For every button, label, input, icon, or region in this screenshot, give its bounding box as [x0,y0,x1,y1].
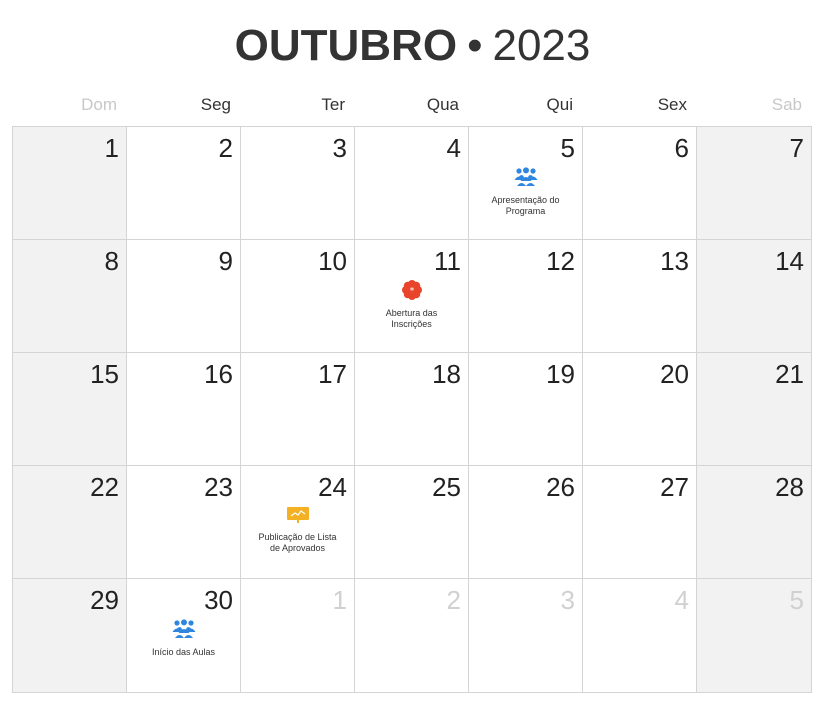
calendar-grid: 1 2 3 4 5 Apresentação do Programa 6 7 8 9 10 11 * Ab… [12,126,812,693]
calendar-event[interactable]: * Abertura das Inscrições [361,280,462,330]
day-cell[interactable]: 28 [697,466,811,579]
day-number: 18 [432,359,461,389]
day-number: 25 [432,472,461,502]
day-number: 29 [90,585,119,615]
event-label: Publicação de Lista de Aprovados [258,532,337,553]
day-cell[interactable]: 21 [697,353,811,466]
day-number: 11 [434,246,461,276]
day-number: 6 [674,133,689,163]
day-number: 24 [318,472,347,502]
day-number: 1 [104,133,119,163]
event-label: Abertura das Inscrições [385,308,438,329]
day-cell[interactable]: 8 [13,240,127,353]
day-number: 22 [90,472,119,502]
day-cell[interactable]: 12 [469,240,583,353]
day-number: 2 [218,133,233,163]
day-cell-next-month[interactable]: 1 [241,579,355,692]
day-number: 14 [775,246,804,276]
people-group-icon [133,619,234,644]
day-cell[interactable]: 23 [127,466,241,579]
day-cell[interactable]: 17 [241,353,355,466]
day-cell[interactable]: 14 [697,240,811,353]
weekday-header-row: Dom Seg Ter Qua Qui Sex Sab [13,94,812,118]
day-cell-next-month[interactable]: 5 [697,579,811,692]
day-number: 4 [446,133,461,163]
day-cell[interactable]: 24 Publicação de Lista de Aprovados [241,466,355,579]
day-cell[interactable]: 25 [355,466,469,579]
event-label: Início das Aulas [151,647,216,657]
calendar-event[interactable]: Início das Aulas [133,619,234,658]
people-group-icon [475,167,576,192]
day-cell[interactable]: 20 [583,353,697,466]
day-number: 27 [660,472,689,502]
day-number: 15 [90,359,119,389]
day-cell[interactable]: 6 [583,127,697,240]
day-number: 1 [332,585,347,615]
day-number: 19 [546,359,575,389]
day-cell[interactable]: 26 [469,466,583,579]
day-number: 9 [218,246,233,276]
day-cell[interactable]: 29 [13,579,127,692]
event-label: Apresentação do Programa [491,195,560,216]
day-number: 8 [104,246,119,276]
day-number: 13 [660,246,689,276]
presentation-board-icon [247,506,348,529]
weekday-mon: Seg [200,95,231,114]
day-cell[interactable]: 3 [241,127,355,240]
day-number: 2 [446,585,461,615]
day-cell[interactable]: 7 [697,127,811,240]
svg-text:*: * [409,287,414,297]
year-label: 2023 [492,21,591,70]
day-number: 5 [789,585,804,615]
weekday-tue: Ter [321,95,345,114]
day-cell[interactable]: 4 [355,127,469,240]
day-number: 26 [546,472,575,502]
day-cell-next-month[interactable]: 3 [469,579,583,692]
day-number: 5 [560,133,575,163]
day-number: 20 [660,359,689,389]
day-number: 3 [332,133,347,163]
day-cell[interactable]: 13 [583,240,697,353]
day-cell[interactable]: 16 [127,353,241,466]
day-cell[interactable]: 11 * Abertura das Inscrições [355,240,469,353]
day-number: 12 [546,246,575,276]
weekday-sun: Dom [81,95,117,114]
day-number: 16 [204,359,233,389]
day-cell[interactable]: 27 [583,466,697,579]
day-cell-next-month[interactable]: 4 [583,579,697,692]
day-cell-next-month[interactable]: 2 [355,579,469,692]
day-number: 23 [204,472,233,502]
day-number: 21 [775,359,804,389]
calendar-event[interactable]: Apresentação do Programa [475,167,576,217]
day-number: 10 [318,246,347,276]
title-separator: • [467,21,483,70]
day-cell[interactable]: 5 Apresentação do Programa [469,127,583,240]
day-number: 30 [204,585,233,615]
weekday-sat: Sab [771,95,802,114]
day-cell[interactable]: 10 [241,240,355,353]
calendar-event[interactable]: Publicação de Lista de Aprovados [247,506,348,554]
weekday-fri: Sex [657,95,687,114]
calendar-title: OUTUBRO • 2023 [0,18,825,74]
weekday-thu: Qui [546,95,573,114]
day-number: 4 [674,585,689,615]
day-cell[interactable]: 30 Início das Aulas [127,579,241,692]
day-cell[interactable]: 9 [127,240,241,353]
day-number: 7 [789,133,804,163]
day-number: 3 [560,585,575,615]
day-cell[interactable]: 18 [355,353,469,466]
day-cell[interactable]: 22 [13,466,127,579]
weekday-wed: Qua [426,95,459,114]
day-number: 28 [775,472,804,502]
day-cell[interactable]: 15 [13,353,127,466]
day-cell[interactable]: 2 [127,127,241,240]
day-cell[interactable]: 1 [13,127,127,240]
day-cell[interactable]: 19 [469,353,583,466]
flower-badge-icon: * [361,280,462,305]
month-label: OUTUBRO [234,21,458,70]
day-number: 17 [318,359,347,389]
